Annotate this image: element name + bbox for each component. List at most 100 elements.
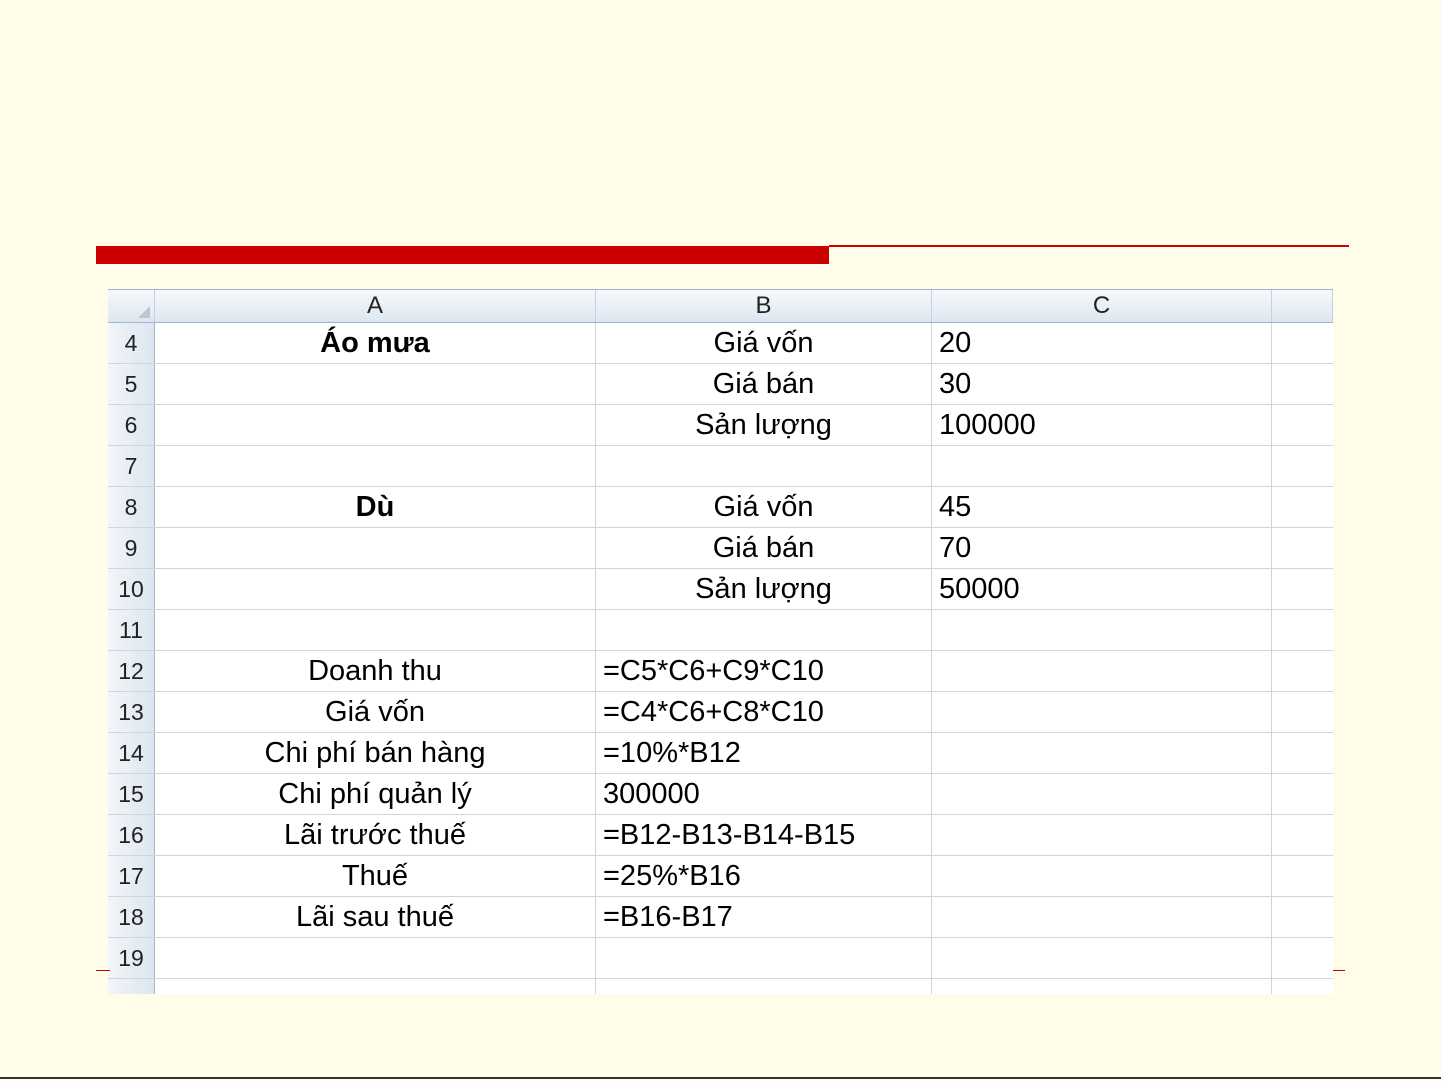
row-header[interactable]: 17 (108, 856, 155, 896)
row-header[interactable]: 11 (108, 610, 155, 650)
row-header[interactable]: 12 (108, 651, 155, 691)
table-row: 6 Sản lượng 100000 (108, 405, 1333, 446)
cell-b[interactable]: =C5*C6+C9*C10 (596, 651, 932, 691)
cell-c[interactable] (932, 856, 1272, 896)
bottom-rule (0, 1077, 1441, 1079)
cell-b[interactable]: =C4*C6+C8*C10 (596, 692, 932, 732)
row-header[interactable]: 18 (108, 897, 155, 937)
cell-c[interactable] (932, 692, 1272, 732)
cell-b[interactable]: Giá bán (596, 364, 932, 404)
cell-c[interactable] (932, 446, 1272, 486)
cell-c[interactable] (932, 938, 1272, 978)
cell-c[interactable]: 45 (932, 487, 1272, 527)
cell-b[interactable]: Sản lượng (596, 569, 932, 609)
cell-b[interactable]: =10%*B12 (596, 733, 932, 773)
cell-d[interactable] (1272, 815, 1333, 855)
cell-b[interactable] (596, 610, 932, 650)
cell-d[interactable] (1272, 938, 1333, 978)
cell-a[interactable] (155, 405, 596, 445)
row-header[interactable]: 5 (108, 364, 155, 404)
row-header[interactable]: 4 (108, 323, 155, 363)
row-header[interactable]: 10 (108, 569, 155, 609)
cell-b[interactable] (596, 938, 932, 978)
cell-a[interactable]: Lãi sau thuế (155, 897, 596, 937)
cell-b[interactable]: Giá bán (596, 528, 932, 568)
cell-a[interactable] (155, 446, 596, 486)
cell-a[interactable]: Giá vốn (155, 692, 596, 732)
cell-a[interactable] (155, 610, 596, 650)
cell-c[interactable] (932, 610, 1272, 650)
row-header[interactable]: 7 (108, 446, 155, 486)
row-header[interactable]: 14 (108, 733, 155, 773)
cell-b[interactable]: =25%*B16 (596, 856, 932, 896)
column-header-a[interactable]: A (155, 290, 596, 322)
cell-d[interactable] (1272, 528, 1333, 568)
cell-a[interactable]: Lãi trước thuế (155, 815, 596, 855)
cell-b[interactable]: 300000 (596, 774, 932, 814)
cell-c[interactable]: 70 (932, 528, 1272, 568)
cell-d[interactable] (1272, 651, 1333, 691)
select-all-corner[interactable] (108, 290, 155, 322)
cell-a[interactable] (155, 528, 596, 568)
cell-a[interactable]: Dù (155, 487, 596, 527)
row-header[interactable] (108, 979, 155, 994)
cell-a[interactable]: Áo mưa (155, 323, 596, 363)
cell-d[interactable] (1272, 856, 1333, 896)
cell-b[interactable]: =B16-B17 (596, 897, 932, 937)
cell-b[interactable]: =B12-B13-B14-B15 (596, 815, 932, 855)
cell-a[interactable]: Chi phí quản lý (155, 774, 596, 814)
cell-c[interactable]: 100000 (932, 405, 1272, 445)
row-header[interactable]: 19 (108, 938, 155, 978)
table-row: 11 (108, 610, 1333, 651)
cell-d[interactable] (1272, 323, 1333, 363)
column-header-b[interactable]: B (596, 290, 932, 322)
cell-b[interactable]: Giá vốn (596, 323, 932, 363)
cell-c[interactable]: 30 (932, 364, 1272, 404)
cell-d[interactable] (1272, 610, 1333, 650)
cell-c[interactable] (932, 815, 1272, 855)
row-header[interactable]: 6 (108, 405, 155, 445)
cell-a[interactable] (155, 979, 596, 994)
table-row: 10 Sản lượng 50000 (108, 569, 1333, 610)
cell-d[interactable] (1272, 733, 1333, 773)
row-header[interactable]: 15 (108, 774, 155, 814)
cell-c[interactable] (932, 733, 1272, 773)
table-row: 5 Giá bán 30 (108, 364, 1333, 405)
row-header[interactable]: 13 (108, 692, 155, 732)
cell-b[interactable]: Giá vốn (596, 487, 932, 527)
cell-c[interactable]: 20 (932, 323, 1272, 363)
cell-c[interactable] (932, 979, 1272, 994)
table-row: 19 (108, 938, 1333, 979)
select-all-icon (138, 306, 150, 318)
cell-d[interactable] (1272, 405, 1333, 445)
cell-a[interactable]: Doanh thu (155, 651, 596, 691)
cell-b[interactable]: Sản lượng (596, 405, 932, 445)
cell-d[interactable] (1272, 364, 1333, 404)
cell-d[interactable] (1272, 487, 1333, 527)
cell-c[interactable]: 50000 (932, 569, 1272, 609)
cell-d[interactable] (1272, 897, 1333, 937)
cell-d[interactable] (1272, 569, 1333, 609)
cell-a[interactable] (155, 569, 596, 609)
cell-c[interactable] (932, 774, 1272, 814)
cell-c[interactable] (932, 897, 1272, 937)
spreadsheet: A B C 4 Áo mưa Giá vốn 20 5 Giá bán 30 6 Sản lượ… (108, 289, 1333, 994)
cell-d[interactable] (1272, 446, 1333, 486)
cell-a[interactable]: Chi phí bán hàng (155, 733, 596, 773)
cell-a[interactable]: Thuế (155, 856, 596, 896)
cell-b[interactable] (596, 446, 932, 486)
table-row: 17 Thuế =25%*B16 (108, 856, 1333, 897)
table-row: 16 Lãi trước thuế =B12-B13-B14-B15 (108, 815, 1333, 856)
cell-d[interactable] (1272, 774, 1333, 814)
row-header[interactable]: 9 (108, 528, 155, 568)
cell-a[interactable] (155, 364, 596, 404)
row-header[interactable]: 16 (108, 815, 155, 855)
cell-a[interactable] (155, 938, 596, 978)
column-header-c[interactable]: C (932, 290, 1272, 322)
cell-b[interactable] (596, 979, 932, 994)
cell-c[interactable] (932, 651, 1272, 691)
column-header-d[interactable] (1272, 290, 1333, 322)
cell-d[interactable] (1272, 979, 1333, 994)
cell-d[interactable] (1272, 692, 1333, 732)
row-header[interactable]: 8 (108, 487, 155, 527)
